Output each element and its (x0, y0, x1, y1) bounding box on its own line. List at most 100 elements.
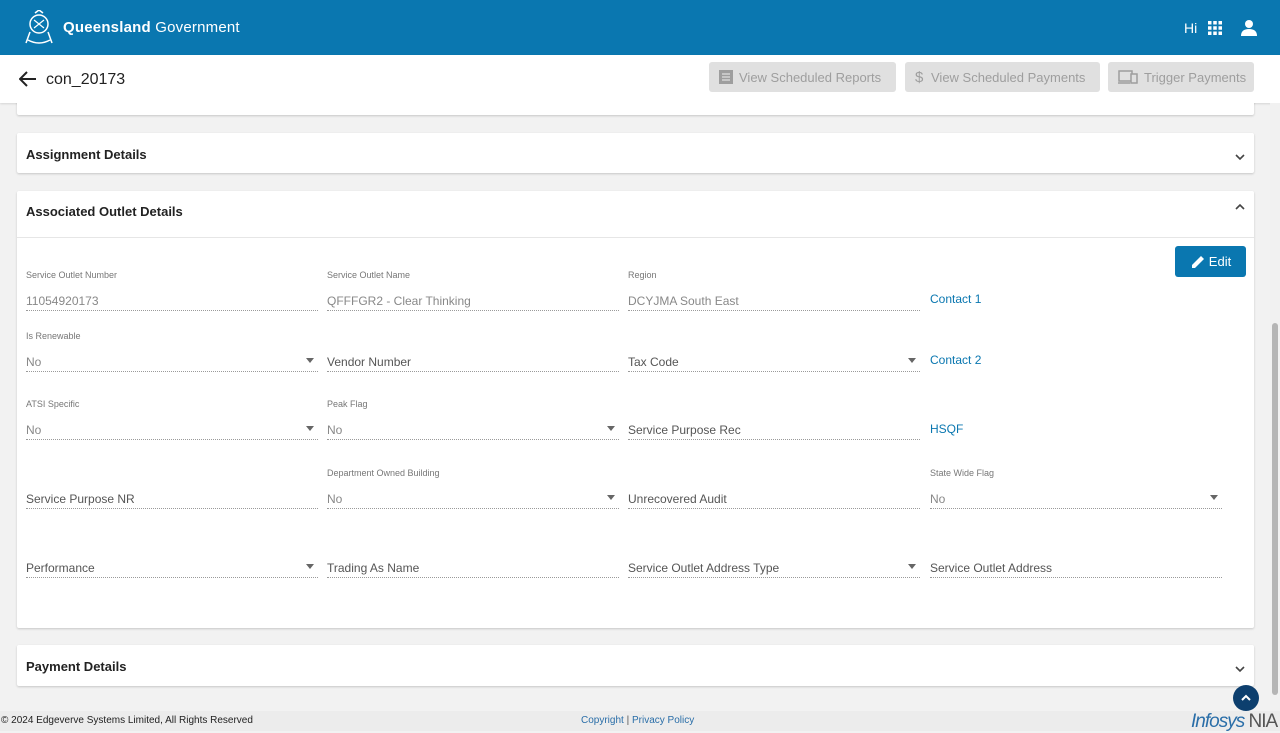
hsqf-link[interactable]: HSQF (930, 422, 963, 436)
scroll-to-top-button[interactable] (1233, 685, 1259, 711)
dollar-icon: $ (915, 69, 924, 85)
service-outlet-number-field[interactable]: Service Outlet Number 11054920173 (26, 270, 318, 311)
main-content: Assignment Details Associated Outlet Det… (0, 103, 1270, 711)
atsi-specific-value: No (26, 423, 42, 437)
trading-as-name-field[interactable]: Trading As Name (327, 537, 619, 578)
performance-select[interactable]: Performance (26, 537, 318, 578)
dropdown-arrow-icon (607, 495, 615, 500)
service-outlet-number-label: Service Outlet Number (26, 270, 118, 280)
tax-code-placeholder: Tax Code (628, 355, 679, 369)
footer: © 2024 Edgeverve Systems Limited, All Ri… (0, 711, 1280, 733)
svg-text:$: $ (915, 69, 924, 85)
dropdown-arrow-icon (908, 358, 916, 363)
trigger-payments-label: Trigger Payments (1144, 69, 1247, 85)
view-scheduled-payments-button[interactable]: $ View Scheduled Payments (905, 62, 1100, 92)
footer-separator: | (626, 715, 630, 726)
copyright-text: © 2024 Edgeverve Systems Limited, All Ri… (1, 715, 253, 726)
service-outlet-address-type-select[interactable]: Service Outlet Address Type (628, 537, 920, 578)
payment-details-panel[interactable]: Payment Details (17, 645, 1254, 686)
copyright-link[interactable]: Copyright (581, 715, 624, 726)
chevron-down-icon[interactable] (1235, 665, 1245, 673)
trigger-payments-button[interactable]: Trigger Payments (1108, 62, 1254, 92)
page-scrollbar[interactable] (1270, 103, 1280, 711)
region-value: DCYJMA South East (628, 294, 739, 308)
unrecovered-audit-field[interactable]: Unrecovered Audit (628, 468, 920, 509)
brand-rest: Government (155, 19, 240, 36)
brand-bold: Queensland (63, 19, 151, 36)
page-title: con_20173 (46, 71, 126, 88)
edit-label: Edit (1208, 254, 1232, 269)
user-icon[interactable] (1240, 19, 1258, 37)
scrollbar-thumb[interactable] (1272, 323, 1278, 695)
chevron-up-icon (1241, 694, 1251, 701)
service-purpose-rec-field[interactable]: Service Purpose Rec (628, 399, 920, 440)
dropdown-arrow-icon (306, 358, 314, 363)
chevron-down-icon[interactable] (1235, 153, 1245, 161)
panel-divider (17, 237, 1254, 238)
assignment-details-title: Assignment Details (26, 147, 147, 162)
state-wide-flag-value: No (930, 492, 946, 506)
tax-code-select[interactable]: Tax Code (628, 331, 920, 372)
service-purpose-nr-placeholder: Service Purpose NR (26, 492, 135, 506)
trading-as-name-placeholder: Trading As Name (327, 561, 420, 575)
dropdown-arrow-icon (1210, 495, 1218, 500)
region-field[interactable]: Region DCYJMA South East (628, 270, 920, 311)
associated-outlet-details-title: Associated Outlet Details (26, 204, 183, 219)
pencil-icon (1191, 255, 1204, 268)
unrecovered-audit-placeholder: Unrecovered Audit (628, 492, 727, 506)
infosys-nia-logo: Infosys NIA (1191, 711, 1278, 733)
peak-flag-select[interactable]: Peak Flag No (327, 399, 619, 440)
is-renewable-select[interactable]: Is Renewable No (26, 331, 318, 372)
peak-flag-label: Peak Flag (327, 399, 368, 409)
service-outlet-address-type-placeholder: Service Outlet Address Type (628, 561, 780, 575)
department-owned-building-value: No (327, 492, 343, 506)
service-outlet-name-label: Service Outlet Name (327, 270, 411, 280)
atsi-specific-label: ATSI Specific (26, 399, 80, 409)
department-owned-building-select[interactable]: Department Owned Building No (327, 468, 619, 509)
service-outlet-address-field[interactable]: Service Outlet Address (930, 537, 1222, 578)
dropdown-arrow-icon (607, 426, 615, 431)
record-header: con_20173 View Scheduled Reports $ View … (0, 55, 1280, 103)
peak-flag-value: No (327, 423, 343, 437)
service-outlet-address-placeholder: Service Outlet Address (930, 561, 1053, 575)
contact-2-link[interactable]: Contact 2 (930, 353, 981, 367)
brand-title: Queensland Government (63, 19, 240, 36)
infosys-logo-text: Infosys (1191, 711, 1245, 732)
greeting: Hi (1184, 20, 1198, 36)
nia-logo-text: NIA (1248, 711, 1278, 732)
dropdown-arrow-icon (908, 564, 916, 569)
service-outlet-name-value: QFFFGR2 - Clear Thinking (327, 294, 471, 308)
assignment-details-panel[interactable]: Assignment Details (17, 133, 1254, 173)
devices-icon (1118, 70, 1138, 84)
report-icon (719, 70, 733, 84)
is-renewable-label: Is Renewable (26, 331, 81, 341)
performance-placeholder: Performance (26, 561, 95, 575)
state-wide-flag-label: State Wide Flag (930, 468, 995, 478)
is-renewable-value: No (26, 355, 42, 369)
vendor-number-placeholder: Vendor Number (327, 355, 412, 369)
dropdown-arrow-icon (306, 564, 314, 569)
chevron-up-icon[interactable] (1235, 203, 1245, 211)
view-scheduled-reports-button[interactable]: View Scheduled Reports (709, 62, 896, 92)
service-outlet-name-field[interactable]: Service Outlet Name QFFFGR2 - Clear Thin… (327, 270, 619, 311)
back-arrow-icon[interactable] (19, 71, 37, 87)
dropdown-arrow-icon (306, 426, 314, 431)
top-bar: Queensland Government Hi (0, 0, 1280, 55)
privacy-policy-link[interactable]: Privacy Policy (632, 715, 694, 726)
contact-1-link[interactable]: Contact 1 (930, 292, 981, 306)
region-label: Region (628, 270, 657, 280)
apps-grid-icon[interactable] (1208, 21, 1222, 35)
qld-crest-icon (25, 10, 53, 44)
department-owned-building-label: Department Owned Building (327, 468, 440, 478)
associated-outlet-details-panel: Associated Outlet Details Edit Service O… (17, 191, 1254, 628)
payment-details-title: Payment Details (26, 659, 127, 674)
service-purpose-rec-placeholder: Service Purpose Rec (628, 423, 741, 437)
atsi-specific-select[interactable]: ATSI Specific No (26, 399, 318, 440)
view-scheduled-reports-label: View Scheduled Reports (739, 69, 882, 85)
view-scheduled-payments-label: View Scheduled Payments (931, 69, 1086, 85)
service-purpose-nr-field[interactable]: Service Purpose NR (26, 468, 318, 509)
service-outlet-number-value: 11054920173 (26, 294, 99, 308)
edit-button[interactable]: Edit (1175, 246, 1246, 277)
state-wide-flag-select[interactable]: State Wide Flag No (930, 468, 1222, 509)
vendor-number-field[interactable]: Vendor Number (327, 331, 619, 372)
